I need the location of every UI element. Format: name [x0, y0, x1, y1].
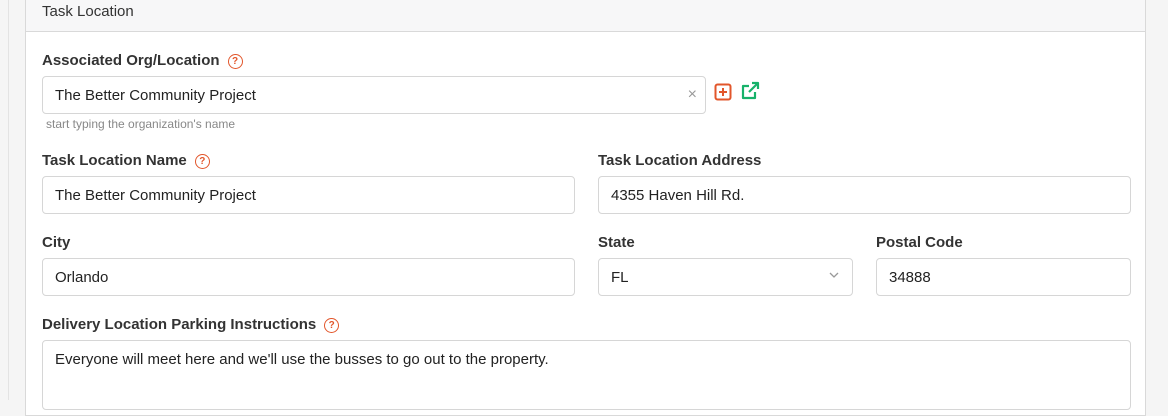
- parking-label: Delivery Location Parking Instructions: [42, 316, 317, 333]
- external-link-icon[interactable]: [740, 81, 760, 101]
- panel-header: Task Location: [26, 0, 1145, 32]
- parking-label-row: Delivery Location Parking Instructions?: [42, 316, 340, 333]
- org-label-row: Associated Org/Location?: [42, 52, 243, 69]
- chevron-down-icon: [829, 272, 839, 278]
- state-select[interactable]: FL: [598, 258, 853, 296]
- state-value: FL: [611, 269, 629, 286]
- city-value: Orlando: [55, 269, 109, 286]
- panel-title: Task Location: [42, 3, 134, 20]
- add-org-icon[interactable]: [714, 83, 732, 101]
- clear-icon[interactable]: ×: [688, 86, 697, 104]
- help-icon[interactable]: ?: [324, 318, 340, 333]
- city-label: City: [42, 234, 71, 251]
- task-location-address-input[interactable]: 4355 Haven Hill Rd.: [598, 176, 1131, 214]
- task-location-address-label: Task Location Address: [598, 152, 762, 169]
- task-location-panel: Task Location Associated Org/Location? T…: [25, 0, 1146, 416]
- parking-instructions-value: Everyone will meet here and we'll use th…: [55, 351, 549, 368]
- task-location-address-value: 4355 Haven Hill Rd.: [611, 187, 745, 204]
- task-location-name-label: Task Location Name: [42, 152, 187, 169]
- org-label: Associated Org/Location: [42, 52, 220, 69]
- state-label: State: [598, 234, 635, 251]
- postal-code-input[interactable]: 34888: [876, 258, 1131, 296]
- outer-border-line: [8, 0, 9, 400]
- help-icon[interactable]: ?: [227, 54, 243, 69]
- postal-code-value: 34888: [889, 269, 931, 286]
- help-icon[interactable]: ?: [194, 154, 210, 169]
- city-input[interactable]: Orlando: [42, 258, 575, 296]
- org-select-field[interactable]: The Better Community Project ×: [42, 76, 706, 114]
- task-location-name-value: The Better Community Project: [55, 187, 256, 204]
- task-location-name-input[interactable]: The Better Community Project: [42, 176, 575, 214]
- org-select-value: The Better Community Project: [55, 87, 256, 104]
- task-location-name-label-row: Task Location Name?: [42, 152, 210, 169]
- org-hint: start typing the organization's name: [46, 117, 236, 131]
- postal-code-label: Postal Code: [876, 234, 963, 251]
